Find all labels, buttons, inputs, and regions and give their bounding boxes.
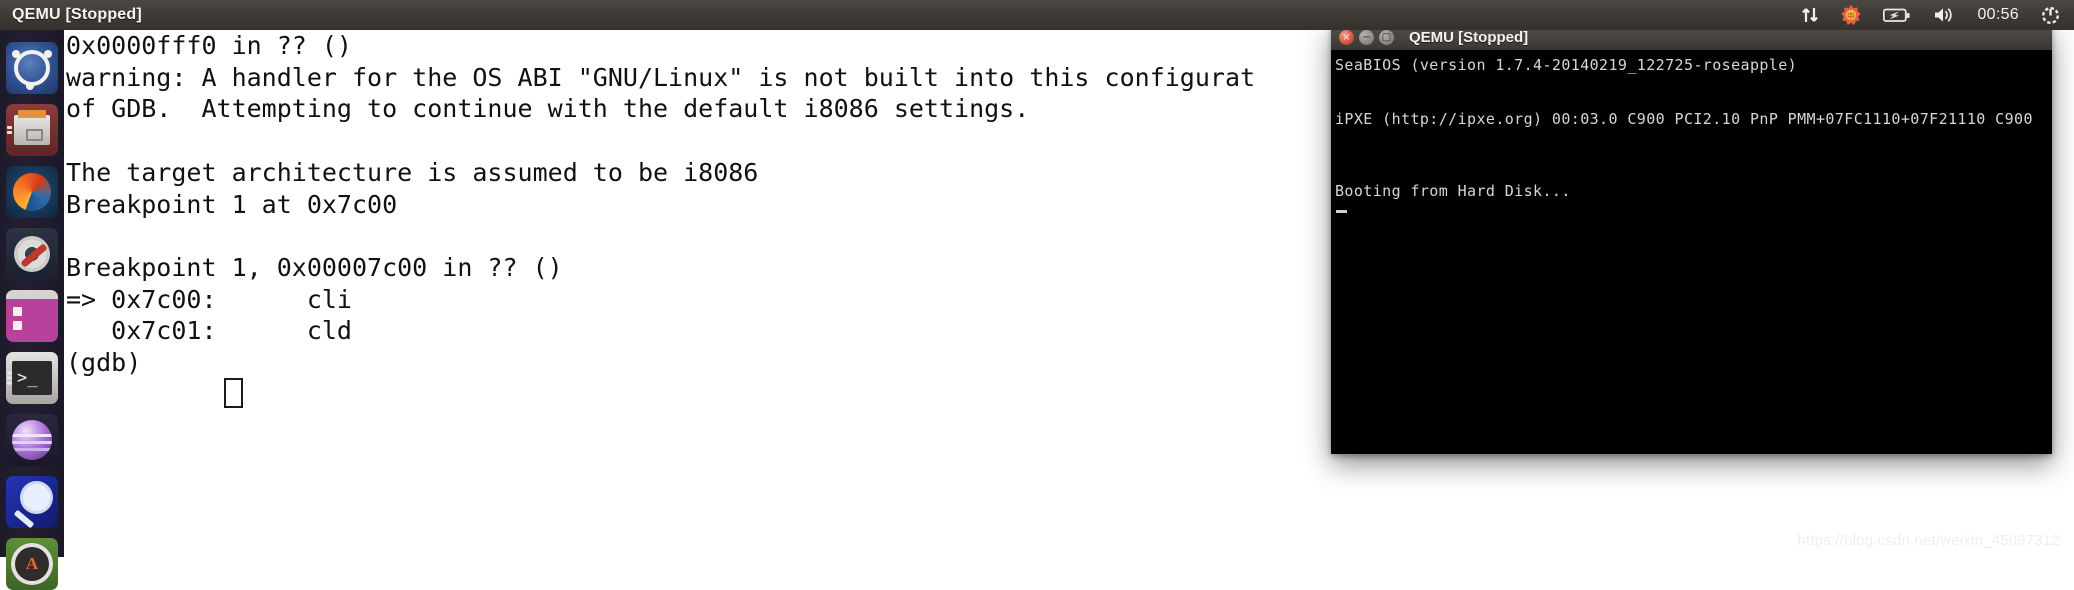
software-center-icon (6, 290, 58, 342)
bios-line (1335, 128, 2052, 146)
close-icon[interactable]: × (1339, 30, 1354, 45)
unity-launcher[interactable]: >_ A (0, 30, 64, 590)
minimize-icon[interactable]: − (1359, 30, 1374, 45)
gear-wrench-icon (6, 228, 58, 280)
launcher-item-terminal[interactable]: >_ (6, 352, 58, 404)
panel-window-title: QEMU [Stopped] (12, 6, 142, 23)
panel-indicator-area[interactable]: 中 00:56 (1802, 0, 2074, 30)
magnifier-icon (6, 476, 58, 528)
qemu-window-title: QEMU [Stopped] (1409, 29, 1529, 46)
network-transfer-icon[interactable] (1802, 0, 1819, 30)
launcher-item-search[interactable] (6, 476, 58, 528)
qemu-window[interactable]: × − □ QEMU [Stopped] SeaBIOS (version 1.… (1331, 25, 2052, 454)
bios-line: Booting from Hard Disk... (1335, 182, 1571, 200)
network-transfer-glyph (1802, 8, 1819, 22)
session-menu-icon[interactable] (2041, 0, 2060, 30)
bios-line: SeaBIOS (version 1.7.4-20140219_122725-r… (1335, 56, 1798, 74)
battery-icon[interactable] (1883, 0, 1911, 30)
unity-top-panel[interactable]: QEMU [Stopped] 中 00:56 (0, 0, 2074, 30)
ibus-input-icon[interactable]: 中 (1841, 0, 1862, 30)
running-indicator (7, 370, 12, 387)
gdb-text-cursor (224, 378, 243, 408)
running-indicator (7, 124, 12, 136)
panel-clock[interactable]: 00:56 (1977, 0, 2019, 30)
bios-line (1335, 74, 2052, 92)
launcher-item-amarok[interactable] (6, 414, 58, 466)
volume-icon[interactable] (1933, 0, 1955, 30)
firefox-icon (6, 166, 58, 218)
terminal-icon: >_ (6, 352, 58, 404)
bios-line (1335, 92, 2052, 110)
maximize-icon[interactable]: □ (1379, 30, 1394, 45)
launcher-item-files[interactable] (6, 104, 58, 156)
svg-text:中: 中 (1847, 11, 1855, 21)
qemu-display-area[interactable]: SeaBIOS (version 1.7.4-20140219_122725-r… (1331, 50, 2052, 454)
bios-line (1335, 146, 2052, 164)
battery-glyph (1883, 8, 1911, 22)
ubuntu-icon (6, 42, 58, 94)
launcher-item-software-center[interactable] (6, 290, 58, 342)
bios-line (1335, 164, 2052, 182)
gear-power-glyph (2041, 6, 2060, 24)
volume-glyph (1935, 8, 1953, 22)
bios-line: iPXE (http://ipxe.org) 00:03.0 C900 PCI2… (1335, 110, 2033, 128)
ibus-glyph: 中 (1841, 5, 1862, 25)
launcher-item-software-updater[interactable]: A (6, 538, 58, 590)
purple-orb-icon (6, 414, 58, 466)
bios-text-cursor (1336, 210, 1347, 213)
launcher-item-firefox[interactable] (6, 166, 58, 218)
csdn-watermark: https://blog.csdn.net/weixin_45097312 (1797, 532, 2060, 549)
launcher-item-system-settings[interactable] (6, 228, 58, 280)
gdb-terminal-output: 0x0000fff0 in ?? () warning: A handler f… (66, 31, 1256, 378)
updates-icon: A (6, 538, 58, 590)
launcher-item-dash-home[interactable] (6, 42, 58, 94)
file-cabinet-icon (6, 104, 58, 156)
